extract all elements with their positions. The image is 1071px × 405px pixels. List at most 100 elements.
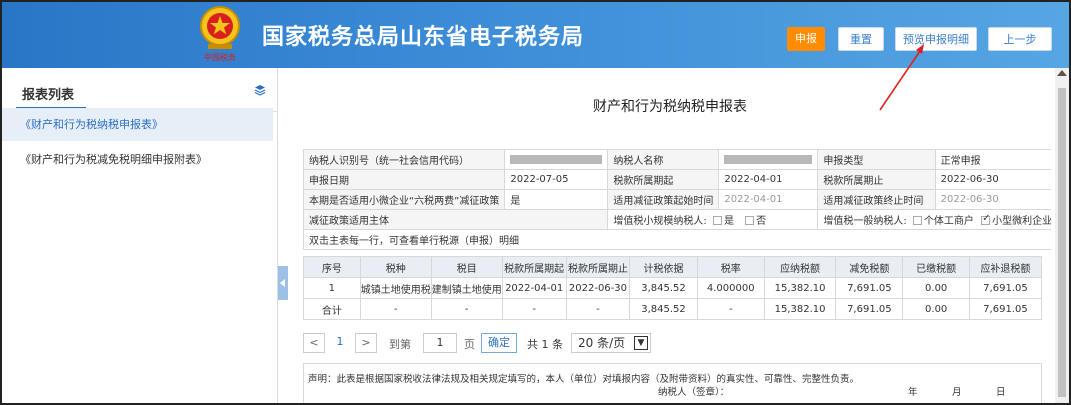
declaration-box: 声明：此表是根据国家税收法律法规及相关规定填写的，本人（单位）对填报内容（及附带… — [303, 363, 1042, 403]
current-page[interactable]: 1 — [333, 335, 347, 348]
table-cell: 0.00 — [902, 298, 970, 320]
table-row[interactable]: 1 城镇土地使用税 建制镇土地使用 2022-04-01 2022-06-30 … — [303, 277, 1043, 299]
taxpayer-name-value — [718, 149, 819, 170]
sidebar-title: 报表列表 — [22, 88, 75, 103]
column-header: 序号 — [303, 256, 361, 278]
signature-label: 纳税人（签章）： — [658, 387, 730, 398]
taxpayer-id-value — [504, 149, 609, 170]
page-size-value: 20 条/页 — [578, 336, 626, 350]
table-cell: 合计 — [303, 298, 361, 320]
report-list-sidebar: 报表列表 《财产和行为税纳税申报表》 《财产和行为税减免税明细申报附表》 — [2, 68, 278, 403]
table-cell: 3,845.52 — [629, 298, 698, 320]
prev-page-button[interactable]: < — [303, 333, 325, 353]
column-header: 税率 — [696, 256, 765, 278]
period-start-label: 税款所属期起 — [607, 169, 720, 190]
sidebar-header: 报表列表 — [2, 68, 277, 112]
vat-small-no-label: 否 — [756, 216, 767, 227]
vat-small-label: 增值税小规模纳税人: — [613, 216, 707, 227]
table-cell: 7,691.05 — [835, 277, 904, 299]
site-title: 国家税务总局山东省电子税务局 — [262, 25, 585, 50]
period-end-label: 税款所属期止 — [817, 169, 936, 190]
chevron-down-icon: ▼ — [634, 336, 648, 350]
column-header: 税款所属期起 — [501, 256, 567, 278]
micro-enterprise-checkbox[interactable] — [981, 213, 991, 225]
table-cell: - — [696, 298, 765, 320]
table-cell: - — [565, 298, 631, 320]
goto-label: 到第 — [389, 338, 411, 351]
header-bar: 中国税务 国家税务总局山东省电子税务局 申报 重置 预览申报明细 上一步 — [2, 2, 1069, 68]
doc-title: 财产和行为税纳税申报表 — [593, 99, 747, 115]
column-header: 已缴税额 — [902, 256, 970, 278]
declare-type-label: 申报类型 — [817, 149, 936, 170]
policy-end-value: 2022-06-30 — [934, 189, 1051, 210]
period-end-value: 2022-06-30 — [934, 169, 1051, 190]
month-label: 月 — [952, 387, 962, 398]
preview-detail-button[interactable]: 预览申报明细 — [895, 27, 977, 51]
vat-small-yes-checkbox[interactable] — [712, 216, 722, 225]
declaration-text: 声明：此表是根据国家税收法律法规及相关规定填写的，本人（单位）对填报内容（及附带… — [308, 374, 860, 385]
redacted-mask — [510, 154, 603, 164]
table-cell: 城镇土地使用税 — [359, 277, 432, 299]
column-header: 税目 — [430, 256, 503, 278]
table-cell: 4.000000 — [696, 277, 765, 299]
individual-business-label: 个体工商户 — [923, 216, 974, 227]
taxpayer-id-label: 纳税人识别号（统一社会信用代码） — [302, 149, 506, 170]
column-header: 税款所属期止 — [565, 256, 631, 278]
taxpayer-info-table: 纳税人识别号（统一社会信用代码） 纳税人名称 申报类型 正常申报 申报日期 20… — [302, 149, 1051, 250]
vat-general-options: 增值税一般纳税人: 个体工商户 小型微利企业 — [817, 209, 1051, 230]
table-cell: - — [501, 298, 567, 320]
taxpayer-name-label: 纳税人名称 — [607, 149, 720, 170]
detail-hint: 双击主表每一行，可查看单行税源（申报）明细 — [302, 229, 1051, 250]
sidebar-collapse-handle[interactable] — [278, 266, 288, 300]
table-cell: 15,382.10 — [763, 298, 837, 320]
period-start-value: 2022-04-01 — [718, 169, 819, 190]
small-enterprise-label: 本期是否适用小微企业“六税两费”减征政策 — [302, 189, 506, 210]
page-size-select[interactable]: 20 条/页 ▼ — [571, 333, 651, 353]
vat-small-options: 增值税小规模纳税人: 是 否 — [607, 209, 819, 230]
sidebar-item-property-tax-form[interactable]: 《财产和行为税纳税申报表》 — [2, 108, 273, 141]
table-cell: 15,382.10 — [763, 277, 837, 299]
individual-business-checkbox[interactable] — [912, 216, 922, 225]
column-header: 应补退税额 — [968, 256, 1043, 278]
page-input[interactable]: 1 — [423, 333, 457, 353]
table-cell: - — [430, 298, 503, 320]
layers-icon[interactable] — [254, 84, 266, 96]
app-window: 中国税务 国家税务总局山东省电子税务局 申报 重置 预览申报明细 上一步 报表列… — [0, 0, 1071, 405]
table-cell: 1 — [303, 277, 361, 299]
page-unit-label: 页 — [464, 338, 475, 351]
vat-general-label: 增值税一般纳税人: — [823, 216, 907, 227]
sidebar-item-tax-relief-schedule[interactable]: 《财产和行为税减免税明细申报附表》 — [2, 143, 273, 176]
confirm-button[interactable]: 确定 — [481, 333, 517, 353]
table-cell: 7,691.05 — [968, 277, 1043, 299]
policy-end-label: 适用减征政策终止时间 — [817, 189, 936, 210]
small-enterprise-value: 是 — [504, 189, 609, 210]
table-header-row: 序号 税种 税目 税款所属期起 税款所属期止 计税依据 税率 应纳税额 减免税额… — [303, 256, 1043, 278]
prev-step-button[interactable]: 上一步 — [988, 27, 1052, 51]
column-header: 税种 — [359, 256, 432, 278]
table-total-row: 合计 - - - - 3,845.52 - 15,382.10 7,691.05… — [303, 298, 1043, 320]
table-cell: - — [359, 298, 432, 320]
next-page-button[interactable]: > — [355, 333, 377, 353]
table-cell: 2022-06-30 — [565, 277, 631, 299]
scroll-up-arrow-icon[interactable] — [1057, 70, 1067, 76]
column-header: 应纳税额 — [763, 256, 837, 278]
vat-small-yes-label: 是 — [723, 216, 734, 227]
main-content: 财产和行为税纳税申报表 纳税人识别号（统一社会信用代码） 纳税人名称 申报类型 … — [289, 68, 1051, 403]
emblem-text: 中国税务 — [204, 52, 236, 62]
table-cell: 建制镇土地使用 — [430, 277, 503, 299]
reset-button[interactable]: 重置 — [838, 27, 884, 51]
declare-button[interactable]: 申报 — [787, 27, 825, 51]
day-label: 日 — [996, 387, 1006, 398]
table-cell: 3,845.52 — [629, 277, 698, 299]
policy-start-value: 2022-04-01 — [718, 189, 819, 210]
vertical-scrollbar[interactable] — [1055, 68, 1069, 403]
table-cell: 7,691.05 — [968, 298, 1043, 320]
table-cell: 2022-04-01 — [501, 277, 567, 299]
scroll-thumb[interactable] — [1058, 88, 1066, 397]
total-count: 共 1 条 — [527, 338, 563, 351]
declare-date-label: 申报日期 — [302, 169, 506, 190]
redacted-mask — [724, 154, 813, 164]
table-cell: 0.00 — [902, 277, 970, 299]
vat-small-no-checkbox[interactable] — [745, 216, 755, 225]
column-header: 计税依据 — [629, 256, 698, 278]
